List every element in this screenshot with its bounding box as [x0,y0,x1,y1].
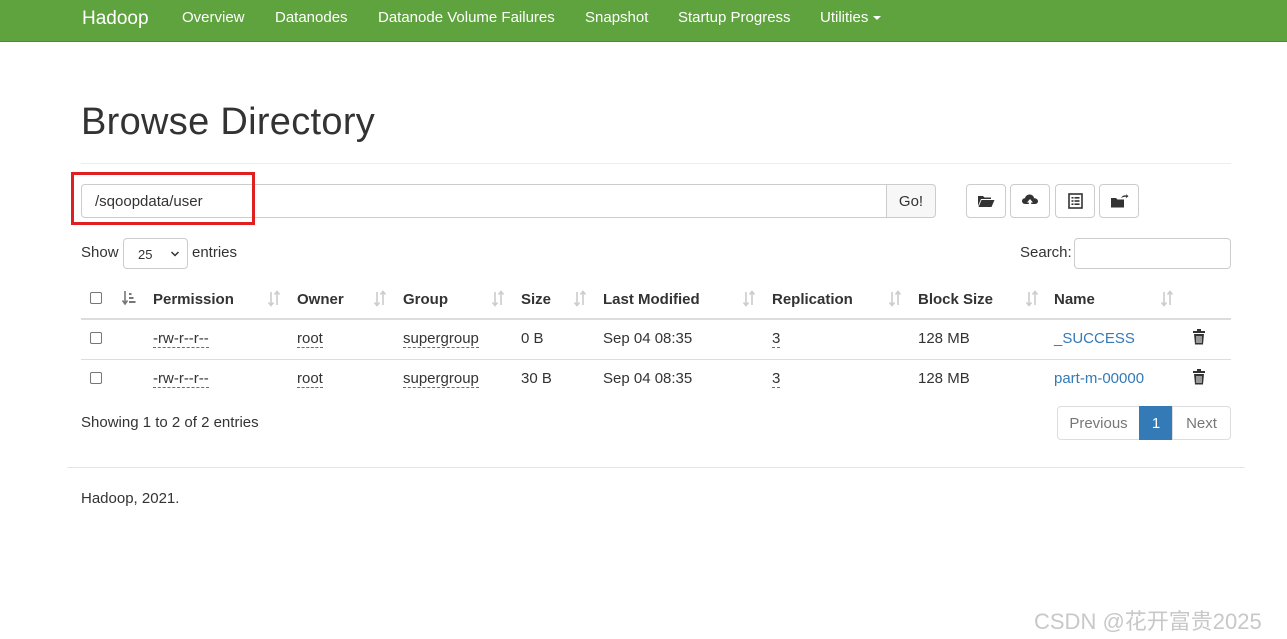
sort-icon[interactable] [1025,290,1039,307]
sort-icon[interactable] [1160,290,1174,307]
pagination-previous[interactable]: Previous [1057,406,1140,440]
owner-editable[interactable]: root [297,330,323,348]
column-header-group[interactable]: Group [403,291,448,308]
folder-open-icon [978,196,995,207]
sort-descending-icon[interactable] [122,290,136,307]
caret-down-icon [873,16,882,21]
sort-icon[interactable] [888,290,902,307]
file-name-link[interactable]: part-m-00000 [1054,370,1144,387]
block-size-cell: 128 MB [918,330,970,347]
column-header-last-modified[interactable]: Last Modified [603,291,700,308]
footer-text: Hadoop, 2021. [81,490,180,507]
last-modified-cell: Sep 04 08:35 [603,330,693,347]
cloud-upload-icon [1022,194,1038,207]
search-label: Search: [1020,244,1072,261]
block-size-cell: 128 MB [918,370,970,387]
go-button[interactable]: Go! [886,184,936,218]
nav-startup-progress[interactable]: Startup Progress [678,9,791,26]
row-divider [81,359,1231,360]
table-info: Showing 1 to 2 of 2 entries [81,414,259,431]
entries-per-page-select[interactable]: 25 [123,238,188,269]
page-title: Browse Directory [81,101,376,143]
create-directory-button[interactable] [966,184,1006,218]
replication-editable[interactable]: 3 [772,330,781,348]
column-header-name[interactable]: Name [1054,291,1095,308]
nav-utilities-dropdown[interactable]: Utilities [820,9,882,26]
trash-icon[interactable] [1192,369,1206,385]
column-header-permission[interactable]: Permission [153,291,234,308]
sort-icon[interactable] [742,290,756,307]
directory-path-input[interactable] [81,184,887,218]
footer-divider [67,467,1245,468]
replication-editable[interactable]: 3 [772,370,781,388]
column-header-owner[interactable]: Owner [297,291,344,308]
sort-icon[interactable] [573,290,587,307]
watermark: CSDN @花开富贵2025 [1034,609,1262,634]
pagination-next[interactable]: Next [1172,406,1231,440]
sort-icon[interactable] [267,290,281,307]
pagination-page-1[interactable]: 1 [1139,406,1173,440]
row-checkbox[interactable] [90,372,102,384]
chevron-down-icon [171,251,179,257]
table-header-divider [81,318,1231,320]
folder-share-icon [1110,193,1128,207]
search-input[interactable] [1074,238,1231,269]
permission-editable[interactable]: -rw-r--r-- [153,330,209,348]
column-header-replication[interactable]: Replication [772,291,853,308]
select-all-checkbox[interactable] [90,292,102,304]
group-editable[interactable]: supergroup [403,370,479,388]
entries-label: entries [192,244,238,261]
column-header-block-size[interactable]: Block Size [918,291,993,308]
nav-datanodes[interactable]: Datanodes [275,9,348,26]
permission-editable[interactable]: -rw-r--r-- [153,370,209,388]
size-cell: 0 B [521,330,544,347]
show-label: Show [81,244,119,261]
brand-link[interactable]: Hadoop [82,8,149,30]
cut-paste-button[interactable] [1055,184,1095,218]
nav-overview[interactable]: Overview [182,9,245,26]
paste-button[interactable] [1099,184,1139,218]
entries-per-page-value: 25 [138,247,153,262]
title-divider [81,163,1231,164]
sort-icon[interactable] [491,290,505,307]
sort-icon[interactable] [373,290,387,307]
top-navbar: Hadoop Overview Datanodes Datanode Volum… [0,0,1287,42]
upload-files-button[interactable] [1010,184,1050,218]
nav-datanode-volume-failures[interactable]: Datanode Volume Failures [378,9,555,26]
last-modified-cell: Sep 04 08:35 [603,370,693,387]
nav-snapshot[interactable]: Snapshot [585,9,648,26]
size-cell: 30 B [521,370,552,387]
group-editable[interactable]: supergroup [403,330,479,348]
trash-icon[interactable] [1192,329,1206,345]
list-alt-icon [1067,193,1083,209]
nav-utilities-label: Utilities [820,9,869,26]
file-name-link[interactable]: _SUCCESS [1054,330,1135,347]
owner-editable[interactable]: root [297,370,323,388]
row-checkbox[interactable] [90,332,102,344]
column-header-size[interactable]: Size [521,291,551,308]
